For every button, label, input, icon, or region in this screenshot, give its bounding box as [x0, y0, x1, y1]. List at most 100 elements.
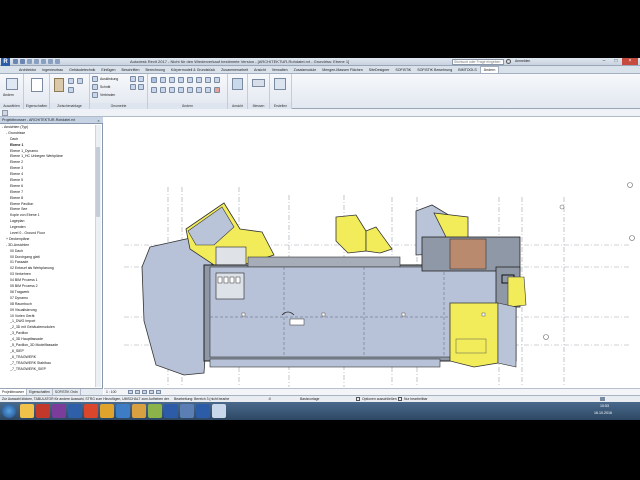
join-button[interactable]: Verbinden: [100, 93, 115, 97]
print-icon[interactable]: [41, 59, 46, 64]
view-scale[interactable]: 1 : 100: [106, 390, 116, 394]
ribbon-tab[interactable]: Beschriften: [119, 68, 143, 72]
cursor-icon[interactable]: [6, 78, 18, 90]
pdf-icon[interactable]: [84, 404, 98, 418]
cope-button[interactable]: Ausklinkung: [100, 77, 118, 81]
modify-options-icon[interactable]: [2, 110, 8, 116]
cut-geometry-icon[interactable]: [92, 84, 98, 90]
paste-icon[interactable]: [54, 78, 64, 92]
3d-view-icon[interactable]: [55, 59, 60, 64]
wall-join-icon[interactable]: [130, 76, 136, 82]
ribbon-tab[interactable]: Zusatzmodule: [291, 68, 320, 72]
ribbon-tab[interactable]: SiteDesigner: [366, 68, 393, 72]
folder-icon[interactable]: [116, 404, 130, 418]
ribbon-tab[interactable]: BIMTOOLS: [455, 68, 480, 72]
copy-element-icon[interactable]: [160, 87, 166, 93]
app-menu-button[interactable]: R: [1, 58, 10, 66]
design-option-selector[interactable]: Basisvorlage: [300, 397, 352, 401]
match-properties-icon[interactable]: [68, 87, 74, 93]
ribbon-tab[interactable]: SOFiSTiK: [392, 68, 414, 72]
onenote-icon[interactable]: [52, 404, 66, 418]
paint-icon[interactable]: [138, 76, 144, 82]
view-icon[interactable]: [232, 78, 243, 90]
create-group-icon[interactable]: [274, 78, 286, 90]
floor-plan-drawing[interactable]: [104, 117, 640, 388]
teamviewer-icon[interactable]: [180, 404, 194, 418]
editable-only-checkbox[interactable]: [356, 397, 360, 401]
start-button[interactable]: [2, 404, 16, 418]
revit-taskbar-icon[interactable]: [164, 404, 178, 418]
split-icon[interactable]: [187, 77, 193, 83]
revit-active-window[interactable]: [212, 404, 226, 418]
move-icon[interactable]: [151, 87, 157, 93]
files-icon[interactable]: [132, 404, 146, 418]
word-icon[interactable]: [68, 404, 82, 418]
ribbon-tab[interactable]: Einfügen: [98, 68, 118, 72]
ribbon-tab[interactable]: Ändern: [479, 66, 500, 73]
app-icon[interactable]: [148, 404, 162, 418]
browser-scroll-thumb[interactable]: [96, 147, 100, 217]
filter-icon[interactable]: [600, 397, 605, 401]
redo-icon[interactable]: [34, 59, 39, 64]
offset-icon[interactable]: [160, 77, 166, 83]
ribbon-tab[interactable]: Mengen-Massen Flächen: [319, 68, 366, 72]
scale-icon[interactable]: [205, 87, 211, 93]
open-icon[interactable]: [13, 59, 18, 64]
unpin-icon[interactable]: [214, 77, 220, 83]
clock-time[interactable]: 10:53: [600, 404, 609, 408]
search-icon[interactable]: [506, 59, 511, 64]
search-input[interactable]: Stichwort oder Frage eingeben: [452, 59, 504, 65]
demolish-icon[interactable]: [138, 84, 144, 90]
save-icon[interactable]: [20, 59, 25, 64]
delete-icon[interactable]: [214, 87, 220, 93]
ribbon-tab[interactable]: SOFiSTiK Bewehrung: [414, 68, 455, 72]
shadows-icon[interactable]: [149, 390, 154, 394]
workset-selector[interactable]: Bearbeitung: Bereich 3 (nicht bearbe: [174, 397, 264, 401]
split-gap-icon[interactable]: [196, 77, 202, 83]
chrome-icon[interactable]: [100, 404, 114, 418]
revit-taskbar-icon-2[interactable]: [196, 404, 210, 418]
pin-icon[interactable]: [205, 77, 211, 83]
detail-level-icon[interactable]: [128, 390, 133, 394]
ribbon-tab[interactable]: Körpermodell & Grundstück: [168, 68, 218, 72]
trim-icon[interactable]: [178, 87, 184, 93]
pick-only-checkbox[interactable]: [398, 397, 402, 401]
ribbon-tab[interactable]: Zusammenarbeit: [218, 68, 251, 72]
ribbon-tab[interactable]: Berechnung: [143, 68, 168, 72]
visual-style-icon[interactable]: [135, 390, 140, 394]
array-icon[interactable]: [196, 87, 202, 93]
crop-icon[interactable]: [156, 390, 161, 394]
join-icon[interactable]: [92, 92, 98, 98]
sign-in-link[interactable]: Anmelden: [515, 59, 545, 63]
ruler-icon[interactable]: [252, 79, 265, 87]
modify-button[interactable]: Ändern: [3, 93, 14, 97]
close-browser-icon[interactable]: ×: [96, 118, 101, 123]
ribbon-tab[interactable]: Gebäudetechnik: [66, 68, 98, 72]
mirror-axis-icon[interactable]: [169, 77, 175, 83]
ribbon-tab[interactable]: Ansicht: [251, 68, 269, 72]
cut-geometry-button[interactable]: Schnitt: [100, 85, 110, 89]
ribbon-tab[interactable]: Architektur: [16, 68, 39, 72]
minimize-button[interactable]: –: [598, 58, 610, 65]
rotate-icon[interactable]: [169, 87, 175, 93]
ribbon-tab[interactable]: Ingenieurbau: [39, 68, 66, 72]
split-face-icon[interactable]: [130, 84, 136, 90]
copy-icon[interactable]: [77, 78, 83, 84]
browser-tree-item[interactable]: _7_TRAGWERK_SIEP: [2, 367, 94, 373]
explorer-icon[interactable]: [20, 404, 34, 418]
sun-path-icon[interactable]: [142, 390, 147, 394]
ribbon-tab[interactable]: Verwalten: [269, 68, 291, 72]
close-button[interactable]: ×: [622, 58, 638, 65]
trim-single-icon[interactable]: [187, 87, 193, 93]
mirror-draw-icon[interactable]: [178, 77, 184, 83]
properties-icon[interactable]: [31, 78, 43, 92]
undo-icon[interactable]: [27, 59, 32, 64]
maximize-button[interactable]: □: [610, 58, 622, 65]
measure-icon[interactable]: [48, 59, 53, 64]
align-icon[interactable]: [151, 77, 157, 83]
drawing-area[interactable]: [104, 117, 640, 388]
office-icon[interactable]: [36, 404, 50, 418]
cut-icon[interactable]: [68, 78, 74, 84]
clock-date[interactable]: 16.10.2016: [594, 411, 612, 415]
cope-icon[interactable]: [92, 76, 98, 82]
